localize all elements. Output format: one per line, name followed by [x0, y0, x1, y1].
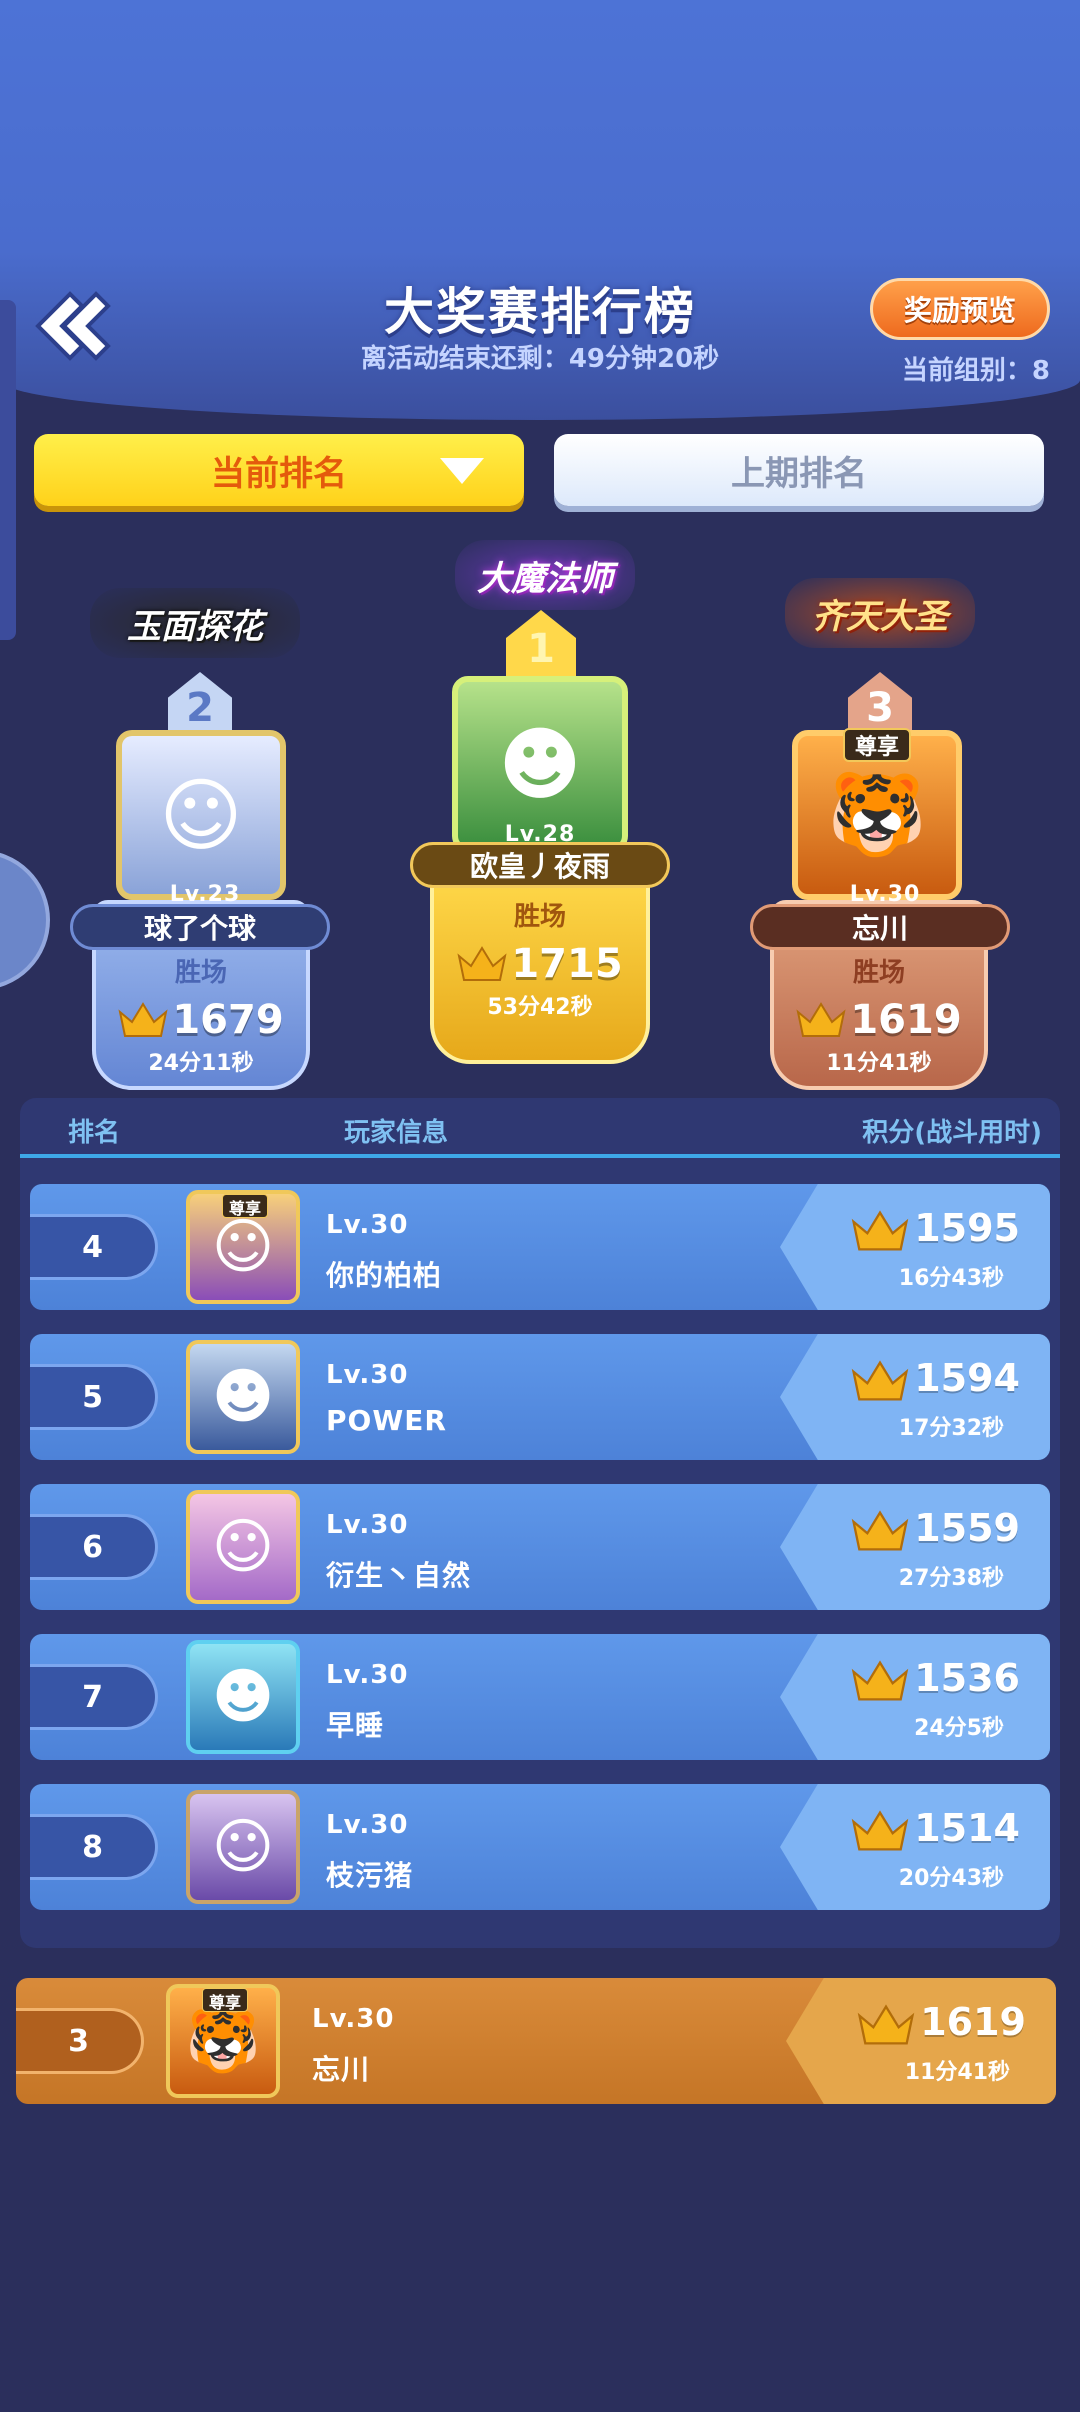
podium-score: 1619	[850, 997, 962, 1043]
row-player-name: 衍生丶自然	[326, 1559, 472, 1592]
character-portrait-icon: ☻	[211, 1662, 275, 1732]
row-time: 24分5秒	[914, 1716, 1004, 1741]
avatar: 🐯 尊享	[166, 1984, 280, 2098]
row-score: 1559	[914, 1506, 1020, 1550]
avatar: ☻	[186, 1340, 300, 1454]
vip-badge: 尊享	[843, 728, 912, 762]
row-score: 1594	[914, 1356, 1020, 1400]
player-name-third: 忘川	[750, 904, 1010, 950]
tab-previous-ranking[interactable]: 上期排名	[554, 434, 1044, 506]
row-level: Lv.30	[312, 2004, 395, 2034]
rank-crown-third: 3	[848, 672, 912, 736]
wins-label: 胜场	[513, 902, 566, 932]
player-level-third: Lv.30	[849, 882, 921, 907]
row-time: 11分41秒	[904, 2060, 1010, 2085]
crown-icon	[851, 1510, 909, 1551]
row-player-name: 你的柏柏	[326, 1259, 443, 1292]
character-portrait-icon: ☻	[211, 1362, 275, 1432]
my-ranking-row[interactable]: 3 🐯 尊享 Lv.30 忘川 1619 11分41秒	[16, 1978, 1056, 2104]
row-level: Lv.30	[326, 1660, 409, 1690]
vip-badge: 尊享	[202, 1988, 249, 2012]
tab-current-label: 当前排名	[211, 453, 347, 494]
tab-current-ranking[interactable]: 当前排名	[34, 434, 524, 506]
row-player-name: 枝污猪	[326, 1859, 414, 1892]
row-rank: 8	[30, 1814, 158, 1880]
crown-icon	[857, 2004, 915, 2045]
podium-score: 1679	[172, 997, 284, 1043]
reward-preview-button[interactable]: 奖励预览	[870, 278, 1050, 340]
row-player-name: 早睡	[326, 1709, 385, 1742]
crown-icon	[851, 1660, 909, 1701]
title-badge-third: 齐天大圣	[785, 578, 975, 648]
avatar: ☺	[186, 1490, 300, 1604]
podium-time: 24分11秒	[148, 1051, 254, 1076]
current-group-label: 当前组别：8	[901, 356, 1050, 386]
row-time: 27分38秒	[898, 1566, 1004, 1591]
floating-side-button[interactable]	[0, 850, 50, 990]
table-row[interactable]: 6 ☺ Lv.30 衍生丶自然 1559 27分38秒	[30, 1484, 1050, 1610]
bottom-background	[0, 2120, 1080, 2412]
crown-icon	[796, 1002, 846, 1037]
header-score: 积分(战斗用时)	[862, 1118, 1042, 1148]
row-player-name: POWER	[326, 1404, 447, 1437]
row-time: 16分43秒	[898, 1266, 1004, 1291]
table-row[interactable]: 8 ☺ Lv.30 枝污猪 1514 20分43秒	[30, 1784, 1050, 1910]
wins-label: 胜场	[852, 958, 905, 988]
avatar: ☺ 尊享	[186, 1190, 300, 1304]
crown-icon	[851, 1810, 909, 1851]
vip-badge: 尊享	[222, 1194, 269, 1218]
player-level-first: Lv.28	[504, 822, 576, 847]
tiger-portrait-icon: 🐯	[185, 2006, 261, 2077]
crown-icon	[851, 1210, 909, 1251]
character-portrait-icon: ☺	[211, 1812, 275, 1882]
table-row[interactable]: 5 ☻ Lv.30 POWER 1594 17分32秒	[30, 1334, 1050, 1460]
header-rank: 排名	[68, 1118, 121, 1148]
row-score: 1536	[914, 1656, 1020, 1700]
row-level: Lv.30	[326, 1210, 409, 1240]
row-rank: 4	[30, 1214, 158, 1280]
avatar-second[interactable]: ☺	[116, 730, 286, 900]
list-header: 排名 玩家信息 积分(战斗用时)	[20, 1098, 1060, 1158]
row-score: 1619	[920, 2000, 1026, 2044]
row-level: Lv.30	[326, 1360, 409, 1390]
row-level: Lv.30	[326, 1510, 409, 1540]
character-portrait-icon: ☺	[211, 1212, 275, 1282]
podium-time: 53分42秒	[487, 995, 593, 1020]
avatar: ☻	[186, 1640, 300, 1754]
title-badge-first: 大魔法师	[455, 540, 635, 610]
tab-previous-label: 上期排名	[731, 453, 867, 494]
dropdown-triangle-icon	[440, 458, 484, 484]
crown-icon	[118, 1002, 168, 1037]
rank-crown-second: 2	[168, 672, 232, 736]
row-score: 1514	[914, 1806, 1020, 1850]
header-player-info: 玩家信息	[344, 1118, 449, 1148]
avatar: ☺	[186, 1790, 300, 1904]
row-time: 17分32秒	[898, 1416, 1004, 1441]
podium-first: 胜场 1715 53分42秒	[430, 868, 650, 1064]
wins-label: 胜场	[174, 958, 227, 988]
character-portrait-icon: ☺	[159, 768, 243, 862]
row-rank: 7	[30, 1664, 158, 1730]
title-badge-second: 玉面探花	[90, 588, 300, 658]
table-row[interactable]: 4 ☺ 尊享 Lv.30 你的柏柏 1595 16分43秒	[30, 1184, 1050, 1310]
player-level-second: Lv.23	[169, 882, 241, 907]
row-time: 20分43秒	[898, 1866, 1004, 1891]
character-portrait-icon: ☺	[211, 1512, 275, 1582]
row-rank: 3	[16, 2008, 144, 2074]
crown-icon	[457, 946, 507, 981]
podium-score: 1715	[511, 941, 623, 987]
player-name-second: 球了个球	[70, 904, 330, 950]
table-row[interactable]: 7 ☻ Lv.30 早睡 1536 24分5秒	[30, 1634, 1050, 1760]
rank-crown-first: 1	[506, 610, 576, 680]
player-name-first: 欧皇丿夜雨	[410, 842, 670, 888]
row-rank: 5	[30, 1364, 158, 1430]
crown-icon	[851, 1360, 909, 1401]
row-player-name: 忘川	[312, 2053, 371, 2086]
podium-time: 11分41秒	[826, 1051, 932, 1076]
row-level: Lv.30	[326, 1810, 409, 1840]
row-rank: 6	[30, 1514, 158, 1580]
row-score: 1595	[914, 1206, 1020, 1250]
